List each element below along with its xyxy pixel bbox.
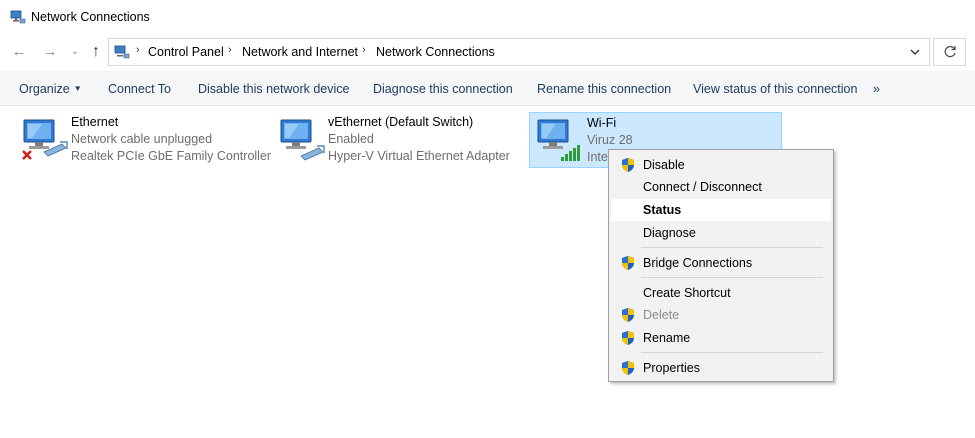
forward-arrow-icon[interactable]: →	[40, 42, 60, 62]
menu-item-status[interactable]: Status	[611, 199, 831, 221]
more-commands-button[interactable]: »	[873, 82, 880, 96]
organize-menu-button[interactable]: Organize ▼	[19, 82, 82, 96]
up-arrow-icon[interactable]: ↑	[86, 42, 106, 62]
ethernet-disconnected-icon	[22, 119, 68, 160]
breadcrumb-separator[interactable]: ›	[136, 44, 140, 56]
context-menu: Disable Connect / Disconnect Status Diag…	[608, 149, 834, 382]
connection-item-vethernet[interactable]: vEthernet (Default Switch) Enabled Hyper…	[271, 112, 526, 168]
connection-device: Inte	[587, 150, 608, 164]
address-row: ← → ⌄ ↑ › Control Panel › Network and In…	[0, 34, 975, 71]
organize-caret-icon: ▼	[73, 84, 82, 93]
menu-item-label: Connect / Disconnect	[643, 180, 762, 194]
uac-shield-icon	[622, 361, 634, 375]
breadcrumb-separator[interactable]: ›	[228, 44, 232, 56]
diagnose-connection-button[interactable]: Diagnose this connection	[373, 82, 513, 96]
menu-item-label: Delete	[643, 308, 680, 322]
menu-item-delete[interactable]: Delete	[611, 304, 831, 326]
menu-item-rename[interactable]: Rename	[611, 327, 831, 349]
menu-item-bridge-connections[interactable]: Bridge Connections	[611, 252, 831, 274]
breadcrumb-network-and-internet[interactable]: Network and Internet	[242, 45, 358, 59]
menu-item-label: Rename	[643, 331, 691, 345]
uac-shield-icon	[622, 308, 634, 322]
connection-device: Hyper-V Virtual Ethernet Adapter	[328, 149, 510, 163]
control-panel-icon	[114, 45, 130, 59]
menu-item-label: Status	[643, 203, 682, 217]
network-connections-app-icon	[10, 10, 26, 24]
menu-separator	[641, 247, 823, 248]
connection-device: Realtek PCIe GbE Family Controller	[71, 149, 272, 163]
menu-item-label: Create Shortcut	[643, 286, 731, 300]
disable-device-button[interactable]: Disable this network device	[198, 82, 349, 96]
address-dropdown-chevron-icon[interactable]	[909, 46, 921, 58]
menu-item-label: Disable	[643, 158, 685, 172]
breadcrumb-separator[interactable]: ›	[362, 44, 366, 56]
menu-item-disable[interactable]: Disable	[611, 154, 831, 176]
view-status-button[interactable]: View status of this connection	[693, 82, 857, 96]
refresh-icon	[944, 45, 956, 58]
command-bar: Organize ▼ Connect To Disable this networ…	[0, 71, 975, 106]
connection-status: Network cable unplugged	[71, 132, 213, 146]
title-bar: Network Connections	[0, 0, 975, 34]
recent-locations-chevron-icon[interactable]: ⌄	[65, 42, 85, 62]
menu-item-label: Bridge Connections	[643, 256, 753, 270]
connection-name: Ethernet	[71, 115, 119, 129]
menu-item-diagnose[interactable]: Diagnose	[611, 222, 831, 244]
breadcrumb-network-connections[interactable]: Network Connections	[376, 45, 495, 59]
organize-label: Organize	[19, 82, 70, 96]
address-bar[interactable]: › Control Panel › Network and Internet ›…	[108, 38, 930, 66]
back-arrow-icon[interactable]: ←	[9, 42, 29, 62]
menu-item-label: Diagnose	[643, 226, 696, 240]
wifi-signal-icon	[537, 119, 580, 161]
uac-shield-icon	[622, 158, 634, 172]
breadcrumb-control-panel[interactable]: Control Panel	[148, 45, 224, 59]
refresh-button[interactable]	[933, 38, 966, 66]
rename-connection-button[interactable]: Rename this connection	[537, 82, 671, 96]
connect-to-button[interactable]: Connect To	[108, 82, 171, 96]
menu-item-properties[interactable]: Properties	[611, 357, 831, 379]
connection-status: Viruz 28	[587, 133, 633, 147]
menu-item-connect-disconnect[interactable]: Connect / Disconnect	[611, 176, 831, 198]
menu-separator	[641, 277, 823, 278]
connection-item-ethernet[interactable]: Ethernet Network cable unplugged Realtek…	[14, 112, 272, 168]
menu-item-create-shortcut[interactable]: Create Shortcut	[611, 282, 831, 304]
connection-status: Enabled	[328, 132, 374, 146]
ethernet-icon	[280, 119, 325, 161]
window-title: Network Connections	[31, 10, 150, 24]
menu-item-label: Properties	[643, 361, 700, 375]
menu-separator	[641, 352, 823, 353]
uac-shield-icon	[622, 331, 634, 345]
connection-name: vEthernet (Default Switch)	[328, 115, 474, 129]
uac-shield-icon	[622, 256, 634, 270]
connection-name: Wi-Fi	[587, 116, 617, 130]
